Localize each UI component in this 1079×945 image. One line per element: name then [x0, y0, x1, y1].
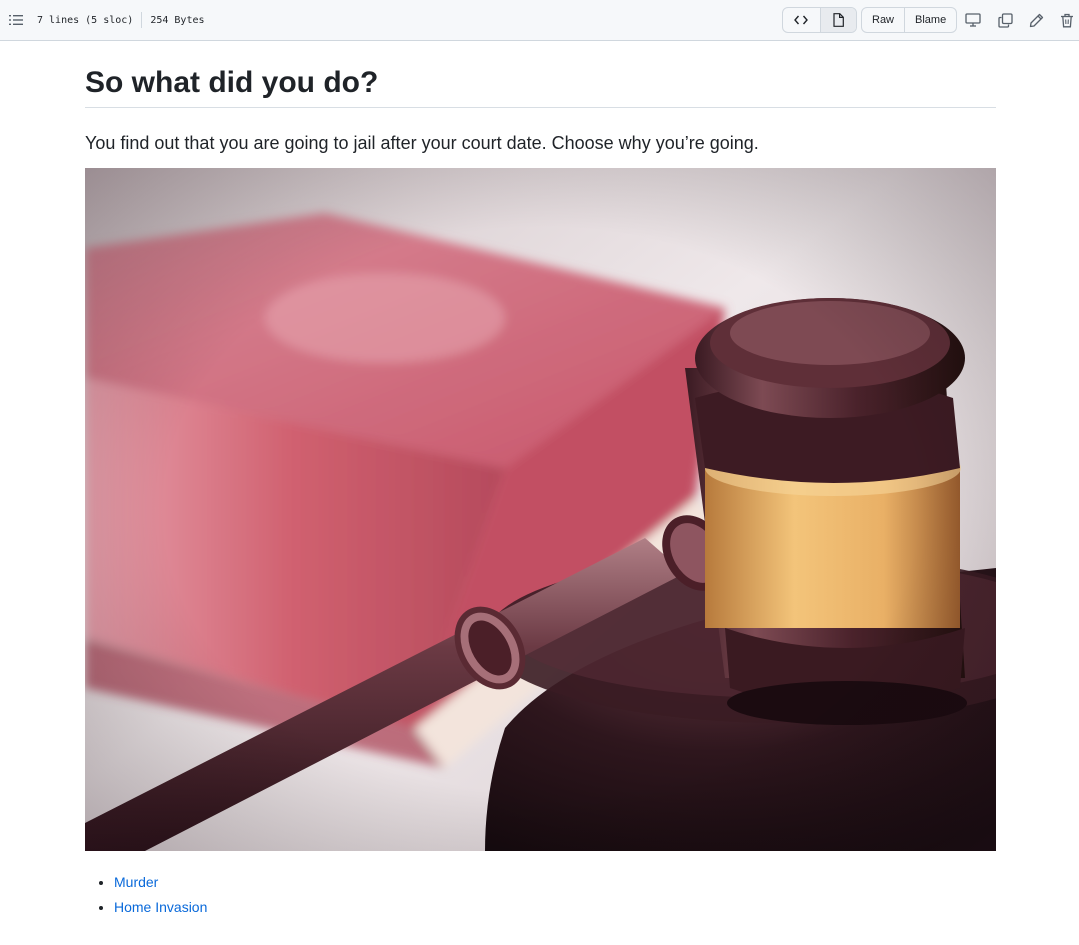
outline-list-icon[interactable]	[9, 13, 23, 27]
preview-button[interactable]	[819, 8, 856, 32]
file-icon	[833, 13, 844, 27]
gavel-and-book-image	[85, 168, 996, 851]
choice-home-invasion-link[interactable]: Home Invasion	[114, 899, 207, 915]
desktop-icon[interactable]	[965, 12, 981, 28]
raw-blame-group: Raw Blame	[861, 7, 957, 33]
file-toolbar: 7 lines (5 sloc) 254 Bytes Raw Blame	[0, 0, 1079, 41]
copy-icon[interactable]	[997, 12, 1013, 28]
size-info: 254 Bytes	[150, 14, 205, 26]
intro-paragraph: You find out that you are going to jail …	[85, 133, 759, 153]
code-icon	[794, 14, 809, 26]
lines-info: 7 lines (5 sloc)	[37, 14, 134, 26]
choices-list: Murder Home Invasion	[85, 870, 207, 920]
meta-divider	[141, 12, 143, 28]
trash-icon[interactable]	[1059, 12, 1075, 28]
page-title: So what did you do?	[85, 66, 379, 99]
file-meta: 7 lines (5 sloc) 254 Bytes	[37, 12, 205, 28]
pencil-icon[interactable]	[1028, 12, 1044, 28]
raw-button[interactable]: Raw	[862, 8, 904, 32]
blame-button[interactable]: Blame	[904, 8, 956, 32]
list-item: Home Invasion	[114, 895, 207, 920]
view-toggle	[782, 7, 857, 33]
list-item: Murder	[114, 870, 207, 895]
code-view-button[interactable]	[783, 8, 820, 32]
title-divider	[85, 107, 996, 108]
choice-murder-link[interactable]: Murder	[114, 874, 158, 890]
